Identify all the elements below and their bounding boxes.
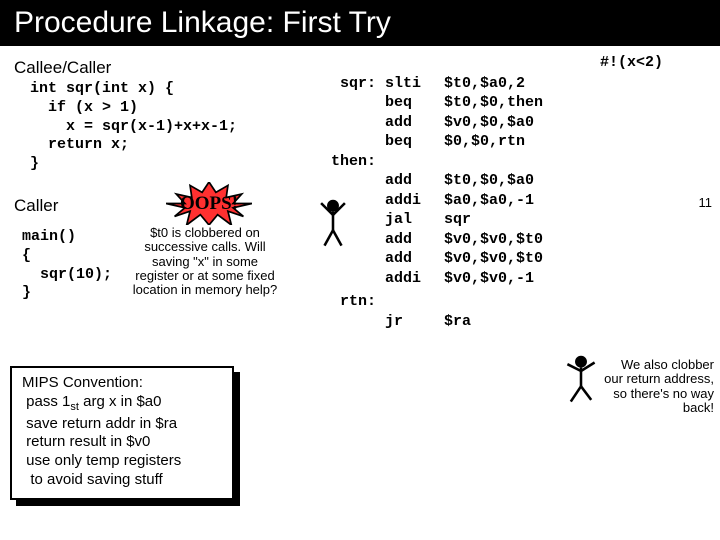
mips-line: to avoid saving stuff xyxy=(22,471,222,490)
slide-number: 11 xyxy=(699,195,713,210)
panic-person-icon-1 xyxy=(316,198,350,249)
mips-line: pass 1st arg x in $a0 xyxy=(22,393,222,415)
asm-comment-1: #!(x<2) xyxy=(600,54,663,71)
panic-person-icon-2 xyxy=(564,354,598,405)
clobber-note: $t0 is clobbered on successive calls. Wi… xyxy=(130,226,280,297)
mips-line: save return addr in $ra xyxy=(22,415,222,434)
mips-title: MIPS Convention: xyxy=(22,374,222,393)
main-c-code: main() { sqr(10); } xyxy=(22,228,112,303)
mips-line: use only temp registers xyxy=(22,452,222,471)
mips-convention-box: MIPS Convention: pass 1st arg x in $a0 s… xyxy=(10,366,234,500)
slide-title: Procedure Linkage: First Try xyxy=(0,0,720,46)
clobber-return-note: We also clobber our return address, so t… xyxy=(602,358,714,415)
oops-callout: OOPS! xyxy=(166,182,252,226)
assembly-listing: sqr: slti $t0,$a0,2 beq $t0,$0,then add … xyxy=(322,54,543,351)
mips-line: return result in $v0 xyxy=(22,433,222,452)
